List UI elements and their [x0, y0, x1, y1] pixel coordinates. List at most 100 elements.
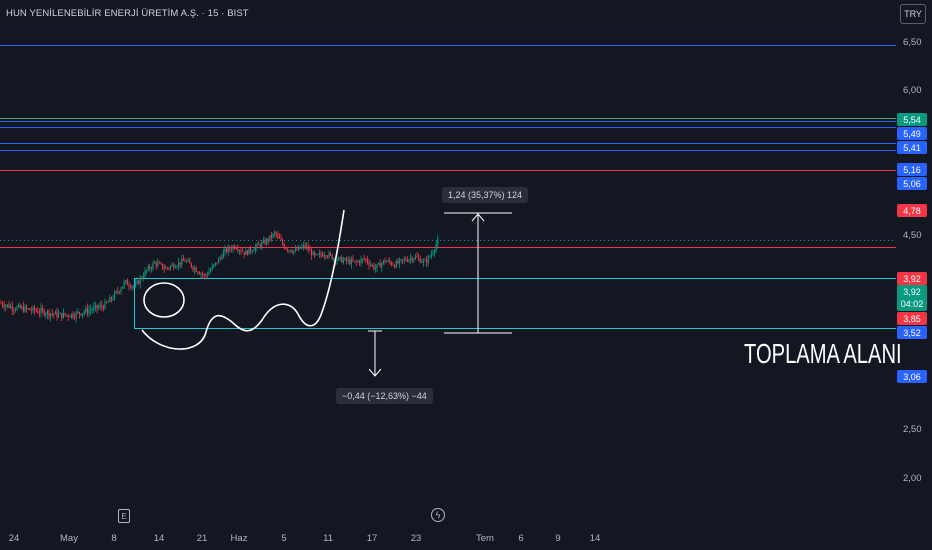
- candle-body: [371, 264, 373, 266]
- candle-body: [224, 248, 226, 253]
- candle-body: [232, 246, 234, 250]
- candle-body: [278, 235, 280, 239]
- candle-body: [294, 249, 296, 251]
- candle-body: [298, 247, 300, 251]
- date-tick: 23: [410, 533, 422, 544]
- candle-body: [78, 312, 80, 314]
- candle-body: [43, 310, 45, 315]
- candle-body: [197, 271, 199, 273]
- candle-body: [147, 266, 149, 271]
- candle-body: [346, 258, 348, 261]
- candle-body: [230, 249, 232, 250]
- candle-body: [234, 246, 236, 249]
- currency-button[interactable]: TRY: [900, 4, 926, 24]
- candle-body: [82, 313, 84, 316]
- candle-body: [325, 255, 327, 257]
- candle-body: [251, 251, 253, 253]
- candle-body: [214, 262, 216, 265]
- candle-body: [365, 259, 367, 260]
- candle-body: [88, 310, 90, 314]
- level-badge: 5,54: [897, 113, 927, 126]
- candle-body: [291, 251, 293, 253]
- candle-body: [94, 305, 96, 307]
- candle-body: [16, 306, 18, 310]
- candle-body: [30, 310, 32, 311]
- date-tick: Tem: [476, 533, 494, 544]
- candle-body: [437, 238, 439, 245]
- candle-body: [222, 252, 224, 259]
- candle-body: [35, 310, 37, 312]
- candle-body: [115, 291, 117, 293]
- candle-body: [272, 233, 274, 238]
- date-tick: May: [60, 533, 78, 544]
- candle-body: [149, 266, 151, 269]
- candle-body: [330, 253, 332, 255]
- candle-body: [245, 250, 247, 255]
- candle-body: [435, 244, 437, 251]
- candle-body: [54, 311, 56, 315]
- level-badge: 3,06: [897, 370, 927, 383]
- candle-body: [160, 263, 162, 264]
- date-tick: 11: [323, 533, 333, 544]
- candle-body: [74, 317, 76, 318]
- candle-body: [418, 257, 420, 259]
- candle-body: [413, 258, 415, 261]
- candle-body: [77, 312, 79, 313]
- candle-body: [320, 253, 322, 255]
- candle-body: [102, 306, 104, 309]
- candle-body: [101, 305, 103, 307]
- date-tick: 8: [111, 533, 117, 544]
- candle-body: [18, 305, 20, 307]
- candle-body: [90, 309, 92, 311]
- date-tick: 6: [518, 533, 524, 544]
- dividends-icon[interactable]: ϟ: [431, 508, 445, 522]
- price-chart[interactable]: [0, 0, 932, 550]
- candle-body: [259, 244, 261, 247]
- candle-body: [218, 258, 220, 264]
- date-tick: 14: [589, 533, 601, 544]
- candle-body: [106, 302, 108, 304]
- candle-body: [120, 288, 122, 292]
- candle-body: [152, 263, 154, 269]
- accumulation-zone-label[interactable]: TOPLAMA ALANI: [744, 338, 902, 370]
- candle-body: [397, 261, 399, 264]
- candle-body: [304, 245, 306, 247]
- candle-body: [322, 254, 324, 257]
- earnings-icon[interactable]: E: [118, 509, 130, 523]
- measure-down-label[interactable]: −0,44 (−12,63%) −44: [336, 388, 433, 404]
- candle-body: [69, 316, 71, 318]
- candle-body: [302, 245, 304, 247]
- candle-body: [163, 268, 165, 270]
- chart-title: HUN YENİLENEBİLİR ENERJİ ÜRETİM A.Ş. · 1…: [6, 8, 249, 19]
- candle-body: [290, 250, 292, 252]
- candle-body: [314, 252, 316, 255]
- level-badge: 4,78: [897, 204, 927, 217]
- candle-body: [173, 264, 175, 268]
- candle-body: [426, 260, 428, 263]
- date-tick: Haz: [230, 533, 248, 544]
- candle-body: [13, 309, 15, 311]
- candle-body: [3, 305, 5, 308]
- candle-body: [190, 263, 192, 268]
- candle-body: [123, 281, 125, 287]
- candle-body: [211, 266, 213, 270]
- candle-body: [174, 267, 176, 269]
- candle-body: [243, 252, 245, 255]
- candle-body: [56, 311, 58, 317]
- candle-body: [355, 261, 357, 262]
- candle-body: [194, 268, 196, 270]
- candle-body: [46, 311, 48, 315]
- candle-body: [277, 234, 279, 236]
- candle-body: [421, 262, 423, 263]
- candle-body: [171, 264, 173, 266]
- candle-body: [19, 305, 21, 309]
- candle-body: [165, 267, 167, 269]
- candle-body: [246, 250, 248, 255]
- candle-body: [138, 280, 140, 284]
- last-price-value: 3,92: [903, 287, 921, 297]
- measure-up-label[interactable]: 1,24 (35,37%) 124: [442, 187, 529, 203]
- candle-body: [114, 292, 116, 299]
- date-tick: 21: [196, 533, 208, 544]
- candle-body: [430, 254, 432, 257]
- candle-body: [261, 242, 263, 247]
